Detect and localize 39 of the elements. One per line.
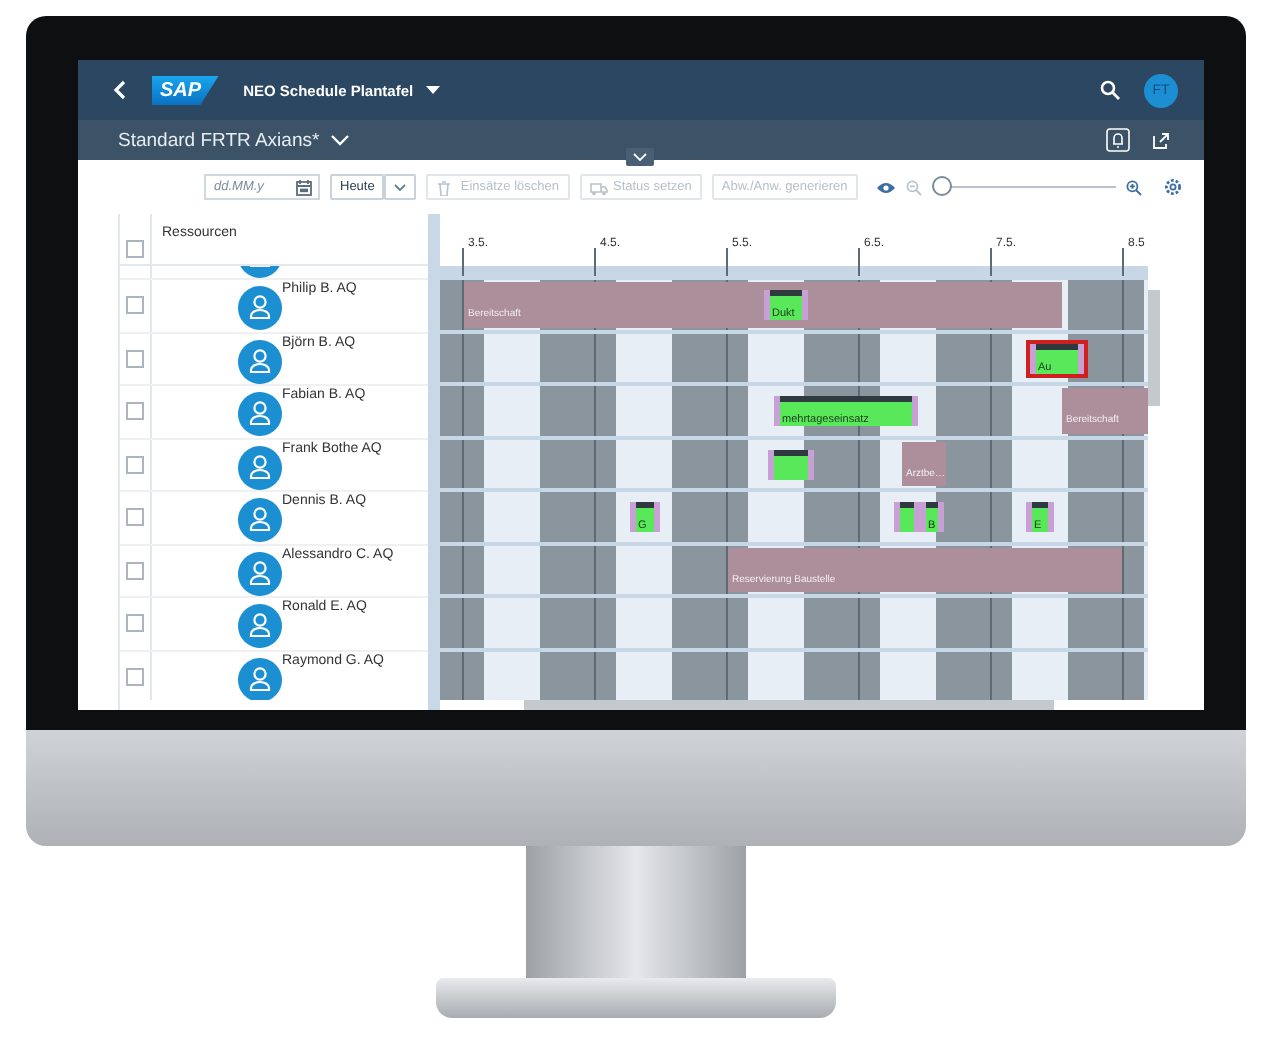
- avatar-icon: [238, 445, 282, 489]
- logo: SAP: [152, 75, 220, 105]
- row-checkbox[interactable]: [126, 402, 144, 421]
- caret-icon[interactable]: [425, 85, 440, 95]
- collapse-header-icon[interactable]: [626, 148, 654, 166]
- caret-icon: [394, 183, 407, 191]
- row-checkbox[interactable]: [126, 508, 144, 527]
- eye-icon[interactable]: [875, 181, 896, 193]
- avatar-icon: [238, 604, 282, 648]
- row-checkbox[interactable]: [126, 349, 144, 368]
- chevron-down-icon[interactable]: [329, 134, 350, 146]
- row-checkbox[interactable]: [126, 240, 144, 258]
- back-icon[interactable]: [112, 80, 128, 100]
- row-checkbox[interactable]: [126, 614, 144, 633]
- avatar-icon: [238, 286, 282, 330]
- row-checkbox[interactable]: [126, 561, 144, 580]
- avatar-icon: [238, 551, 282, 595]
- zoom-out-icon[interactable]: [905, 179, 922, 195]
- settings-icon[interactable]: [1163, 178, 1182, 196]
- row-checkbox[interactable]: [126, 296, 144, 315]
- avatar-icon: [238, 657, 282, 700]
- avatar-icon: [238, 339, 282, 383]
- trash-icon: [436, 179, 455, 195]
- splitter-handle[interactable]: [428, 214, 440, 710]
- truck-icon: [589, 179, 607, 195]
- row-checkbox[interactable]: [126, 455, 144, 474]
- bell-icon[interactable]: [1106, 128, 1130, 152]
- avatar-icon: [238, 498, 282, 542]
- zoom-in-icon[interactable]: [1125, 179, 1142, 195]
- zoom-slider-thumb[interactable]: [931, 176, 952, 196]
- search-icon[interactable]: [1100, 80, 1120, 100]
- avatar-icon: [238, 392, 282, 436]
- share-icon[interactable]: [1152, 131, 1170, 149]
- dropdown-button[interactable]: [384, 174, 417, 200]
- calendar-icon[interactable]: [296, 179, 312, 195]
- row-checkbox[interactable]: [126, 667, 144, 686]
- variant-title[interactable]: Standard FRTR Axians*: [118, 129, 320, 151]
- assignment-marker[interactable]: [768, 449, 814, 479]
- assignment-marker[interactable]: [894, 502, 920, 532]
